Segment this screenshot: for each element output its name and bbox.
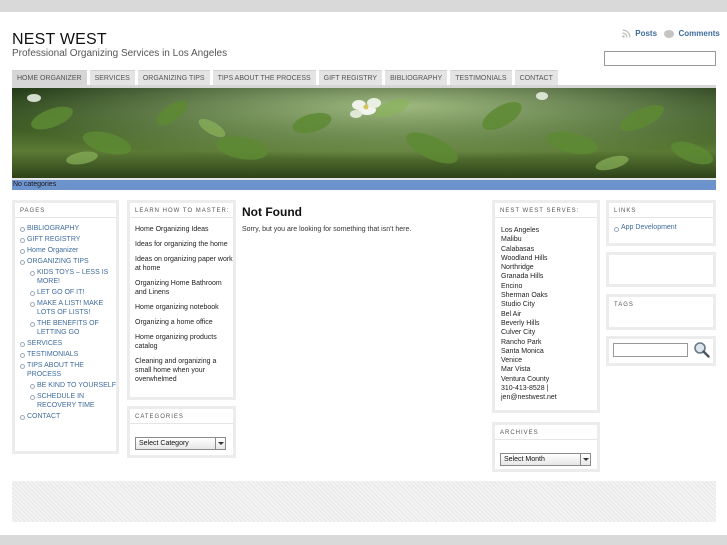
archives-widget-title: ARCHIVES: [495, 425, 597, 440]
categories-widget: CATEGORIES Select Category: [127, 406, 236, 458]
page-link[interactable]: GIFT REGISTRY: [18, 235, 116, 244]
comments-feed-link[interactable]: Comments: [679, 29, 720, 38]
serves-item: Santa Monica: [501, 347, 544, 355]
page-link[interactable]: SCHEDULE IN RECOVERY TIME: [18, 392, 116, 410]
pages-widget: PAGES BIBLIOGRAPHY GIFT REGISTRY Home Orga…: [12, 200, 119, 454]
nav-item[interactable]: SERVICES: [89, 70, 135, 85]
page-link[interactable]: LET GO OF IT!: [18, 288, 116, 297]
bottom-band: [0, 535, 727, 545]
main-navigation: HOME ORGANIZER SERVICES ORGANIZING TIPS TIP…: [12, 70, 558, 85]
nav-item[interactable]: HOME ORGANIZER: [12, 70, 87, 85]
serves-item: Malibu: [501, 236, 522, 244]
serves-item: Los Angeles: [501, 227, 540, 234]
learn-widget: LEARN HOW TO MASTER: Home Organizing Ide…: [127, 200, 236, 400]
serves-item: Studio City: [501, 301, 535, 309]
archives-select-value: Select Month: [504, 456, 545, 463]
blogroll-link[interactable]: App Development: [612, 224, 713, 232]
serves-item: Woodland Hills: [501, 254, 548, 262]
page-link[interactable]: TIPS ABOUT THE PROCESS: [18, 361, 116, 379]
categories-widget-title: CATEGORIES: [130, 409, 233, 424]
search-button[interactable]: [693, 341, 710, 358]
pages-list: BIBLIOGRAPHY GIFT REGISTRY Home Organizer O…: [15, 218, 116, 421]
archives-widget: ARCHIVES Select Month: [492, 422, 600, 472]
serves-item: Calabasas: [501, 245, 535, 253]
rss-icon: [622, 29, 631, 39]
chevron-down-icon: [215, 438, 225, 449]
page-link[interactable]: KIDS TOYS – LESS IS MORE!: [18, 268, 116, 286]
page-link[interactable]: CONTACT: [18, 412, 116, 421]
site-description: Professional Organizing Services in Los …: [12, 48, 228, 59]
learn-item: Organizing a home office: [135, 319, 213, 326]
nav-item[interactable]: TIPS ABOUT THE PROCESS: [212, 70, 316, 85]
learn-item: Home Organizing Ideas: [135, 226, 209, 233]
header-search-input[interactable]: [604, 51, 716, 66]
serves-widget: NEST WEST SERVES: Los Angeles Malibu Calab…: [492, 200, 600, 413]
learn-item: Organizing Home Bathroom and Linens: [135, 280, 222, 296]
magnifier-icon: [694, 342, 710, 358]
links-widget: LINKS App Development: [606, 200, 716, 246]
learn-item: Ideas on organizing paper work at home: [135, 256, 233, 272]
serves-item: Bel Air: [501, 310, 522, 318]
search-widget: [606, 336, 716, 366]
learn-item: Ideas for organizing the home: [135, 241, 228, 248]
tags-widget-title: TAGS: [614, 302, 634, 308]
page-link[interactable]: TESTIMONIALS: [18, 350, 116, 359]
serves-item: Culver City: [501, 329, 536, 337]
serves-item: Northridge: [501, 264, 534, 272]
serves-list: Los Angeles Malibu Calabasas Woodland Hills…: [495, 218, 597, 403]
serves-item: Encino: [501, 282, 523, 290]
category-select[interactable]: Select Category: [135, 437, 226, 450]
nav-item[interactable]: TESTIMONIALS: [450, 70, 512, 85]
links-widget-title: LINKS: [609, 203, 713, 218]
header-banner-image: [12, 88, 716, 178]
feed-links: Posts Comments: [622, 29, 720, 38]
learn-item: Home organizing products catalog: [135, 334, 217, 350]
footer: [12, 481, 716, 522]
archives-select[interactable]: Select Month: [500, 453, 591, 466]
page-link[interactable]: ORGANIZING TIPS: [18, 257, 116, 266]
serves-item: 310-413-8528 |: [501, 385, 549, 393]
serves-item: jen@nestwest.net: [501, 394, 557, 402]
pages-widget-title: PAGES: [15, 203, 116, 218]
nav-item[interactable]: BIBLIOGRAPHY: [385, 70, 448, 85]
serves-item: Mar Vista: [501, 366, 531, 374]
not-found-message: Sorry, but you are looking for something…: [242, 226, 412, 233]
speech-bubble-icon: [664, 29, 675, 38]
page-link[interactable]: MAKE A LIST! MAKE LOTS OF LISTS!: [18, 299, 116, 317]
chevron-down-icon: [580, 454, 590, 465]
nav-item[interactable]: CONTACT: [514, 70, 558, 85]
search-input[interactable]: [613, 343, 688, 357]
serves-widget-title: NEST WEST SERVES:: [495, 203, 597, 218]
learn-item: Cleaning and organizing a small home whe…: [135, 358, 217, 383]
top-band: [0, 0, 727, 12]
learn-widget-title: LEARN HOW TO MASTER:: [130, 203, 233, 218]
page-link[interactable]: Home Organizer: [18, 246, 116, 255]
links-list: App Development: [609, 218, 713, 232]
serves-item: Venice: [501, 357, 523, 365]
category-bar: No categories: [12, 178, 716, 190]
category-select-value: Select Category: [139, 440, 189, 447]
learn-item: Home organizing notebook: [135, 304, 219, 311]
serves-item: Rancho Park: [501, 338, 542, 346]
site-title[interactable]: NEST WEST: [12, 31, 107, 49]
page-link[interactable]: BIBLIOGRAPHY: [18, 224, 116, 233]
serves-item: Ventura County: [501, 375, 550, 383]
serves-item: Granada Hills: [501, 273, 544, 281]
serves-item: Sherman Oaks: [501, 292, 548, 300]
empty-widget: [606, 252, 716, 287]
learn-list: Home Organizing Ideas Ideas for organizin…: [130, 218, 233, 384]
posts-feed-link[interactable]: Posts: [635, 29, 657, 38]
tags-widget: TAGS: [606, 294, 716, 330]
nav-item[interactable]: ORGANIZING TIPS: [137, 70, 210, 85]
page-title: Not Found: [242, 205, 302, 219]
page-link[interactable]: SERVICES: [18, 339, 116, 348]
nav-item[interactable]: GIFT REGISTRY: [318, 70, 383, 85]
page-link[interactable]: BE KIND TO YOURSELF: [18, 381, 116, 390]
serves-item: Beverly Hills: [501, 319, 540, 327]
page-link[interactable]: THE BENEFITS OF LETTING GO: [18, 319, 116, 337]
